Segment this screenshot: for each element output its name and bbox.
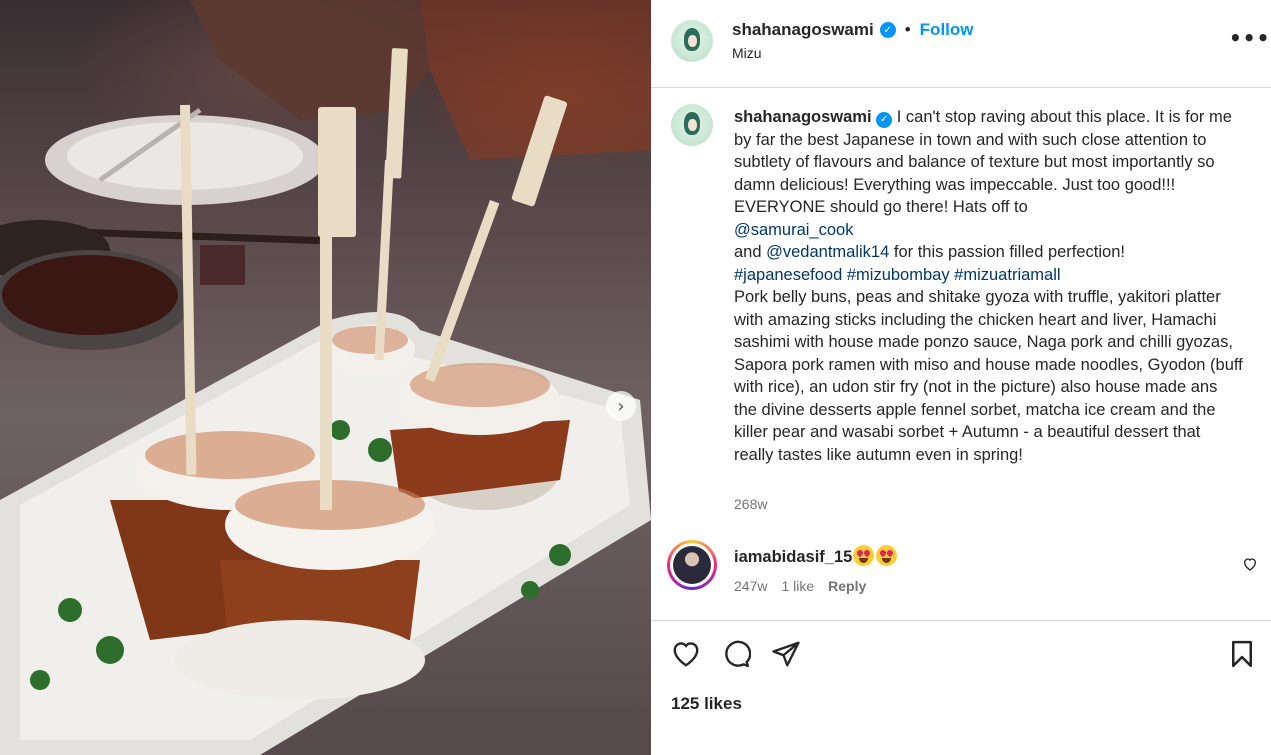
commenter-username[interactable]: iamabidasif_15 xyxy=(734,548,852,567)
bookmark-icon[interactable] xyxy=(1227,639,1257,669)
author-avatar[interactable] xyxy=(671,20,713,62)
comment-likes[interactable]: 1 like xyxy=(781,578,814,594)
author-username[interactable]: shahanagoswami xyxy=(732,20,874,40)
comment-icon[interactable] xyxy=(721,639,751,669)
next-photo-button[interactable]: › xyxy=(606,391,636,421)
comment-like-heart-icon[interactable] xyxy=(1242,556,1258,572)
post-location[interactable]: Mizu xyxy=(732,45,762,61)
verified-badge-icon: ✓ xyxy=(879,22,896,38)
author-line: shahanagoswami ✓ • Follow xyxy=(732,20,974,40)
more-options-icon[interactable]: ••• xyxy=(1229,26,1270,50)
heart-eyes-emoji xyxy=(853,545,897,566)
caption-text-part-3: Pork belly buns, peas and shitake gyoza … xyxy=(734,288,1243,464)
commenter-avatar xyxy=(673,546,711,584)
hashtag-link[interactable]: #japanesefood xyxy=(734,266,842,284)
commenter-avatar-ring[interactable] xyxy=(667,540,717,590)
separator-dot: • xyxy=(904,20,911,39)
caption-avatar[interactable] xyxy=(671,104,713,146)
caption-text-part-2: for this passion filled perfection! xyxy=(893,243,1125,261)
share-icon[interactable] xyxy=(771,639,801,669)
post-photo[interactable]: › xyxy=(0,0,651,755)
post-actions: 125 likes xyxy=(651,620,1271,755)
follow-button[interactable]: Follow xyxy=(920,20,974,40)
chevron-right-icon: › xyxy=(617,395,625,417)
post-header: shahanagoswami ✓ • Follow Mizu ••• xyxy=(651,0,1271,88)
comment-timestamp[interactable]: 247w xyxy=(734,578,767,594)
hashtag-link[interactable]: #mizubombay xyxy=(847,266,950,284)
reply-button[interactable]: Reply xyxy=(828,578,866,594)
caption-username[interactable]: shahanagoswami xyxy=(734,108,872,126)
comment-item: iamabidasif_15 247w 1 like Reply xyxy=(667,540,1257,596)
mention-link[interactable]: @vedantmalik14 xyxy=(766,243,889,261)
hashtag-link[interactable]: #mizuatriamall xyxy=(954,266,1060,284)
caption-text: shahanagoswami ✓ I can't stop raving abo… xyxy=(734,106,1244,466)
mention-link[interactable]: @samurai_cook xyxy=(734,221,853,239)
post-details-panel: shahanagoswami ✓ • Follow Mizu ••• shaha… xyxy=(651,0,1271,755)
heart-icon[interactable] xyxy=(671,639,701,669)
caption-and-word: and xyxy=(734,243,762,261)
likes-count[interactable]: 125 likes xyxy=(671,694,742,714)
verified-badge-icon: ✓ xyxy=(876,112,893,129)
food-photo-illustration xyxy=(0,0,651,755)
comment-meta: 247w 1 like Reply xyxy=(734,578,866,594)
caption-timestamp[interactable]: 268w xyxy=(734,496,767,512)
